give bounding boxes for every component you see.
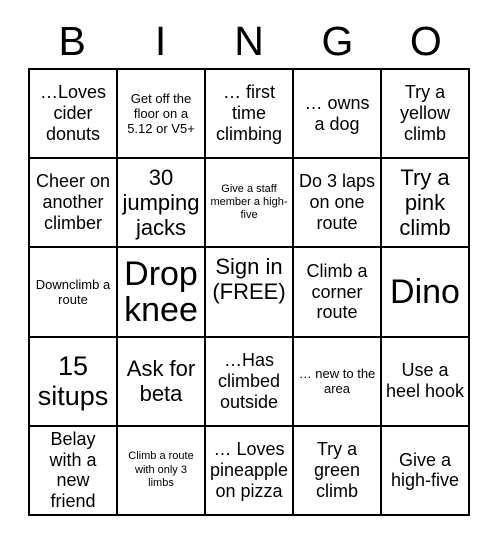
bingo-square-r5-c2[interactable]: Climb a route with only 3 limbs	[118, 426, 206, 516]
bingo-square-label: Do 3 laps on one route	[298, 171, 376, 234]
bingo-square-label: Try a pink climb	[399, 165, 451, 241]
bingo-square-label: Give a staff member a high-five	[210, 182, 288, 222]
bingo-square-label: Ask for beta	[126, 356, 196, 407]
header-letter-o: O	[409, 17, 442, 64]
bingo-square-label: … Loves pineapple on pizza	[209, 439, 289, 501]
bingo-square-r1-c2[interactable]: Get off the floor on a 5.12 or V5+	[118, 70, 206, 160]
bingo-square-label: Climb a corner route	[306, 260, 368, 323]
bingo-square-label: … new to the area	[298, 365, 376, 397]
bingo-square-label: … first time climbing	[215, 82, 283, 145]
bingo-square-r5-c5[interactable]: Give a high-five	[382, 426, 470, 516]
bingo-square-label: 30 jumping jacks	[122, 165, 200, 241]
bingo-square-label: …Loves cider donuts	[39, 82, 107, 145]
bingo-square-label: … owns a dog	[304, 92, 370, 134]
bingo-square-r5-c3[interactable]: … Loves pineapple on pizza	[206, 426, 294, 516]
bingo-square-r2-c5[interactable]: Try a pink climb	[382, 159, 470, 249]
bingo-square-label: Use a heel hook	[385, 360, 465, 402]
bingo-square-r4-c5[interactable]: Use a heel hook	[382, 337, 470, 427]
bingo-square-r1-c4[interactable]: … owns a dog	[294, 70, 382, 160]
bingo-square-label: Give a high-five	[390, 449, 460, 491]
bingo-square-r2-c4[interactable]: Do 3 laps on one route	[294, 159, 382, 249]
bingo-square-r2-c3[interactable]: Give a staff member a high-five	[206, 159, 294, 249]
header-letter-n: N	[234, 17, 264, 64]
bingo-square-r1-c1[interactable]: …Loves cider donuts	[30, 70, 118, 160]
bingo-square-r5-c4[interactable]: Try a green climb	[294, 426, 382, 516]
bingo-square-label: Try a green climb	[313, 439, 361, 501]
bingo-square-label: Sign in (FREE)	[212, 254, 286, 305]
bingo-square-r4-c2[interactable]: Ask for beta	[118, 337, 206, 427]
bingo-square-label: Climb a route with only 3 limbs	[128, 450, 194, 490]
bingo-square-label: Drop knee	[124, 254, 198, 329]
bingo-square-r2-c2[interactable]: 30 jumping jacks	[118, 159, 206, 249]
bingo-square-r3-c1[interactable]: Downclimb a route	[30, 248, 118, 338]
bingo-square-r4-c3[interactable]: …Has climbed outside	[206, 337, 294, 427]
bingo-square-label: 15 situps	[37, 350, 109, 412]
bingo-square-label: Get off the floor on a 5.12 or V5+	[127, 90, 195, 137]
header-letter-b: B	[58, 17, 86, 64]
bingo-square-r3-c2[interactable]: Drop knee	[118, 248, 206, 338]
bingo-square-label: Downclimb a route	[35, 276, 111, 307]
bingo-square-r3-c3[interactable]: Sign in (FREE)	[206, 248, 294, 338]
bingo-square-label: Dino	[390, 272, 460, 311]
bingo-square-label: Cheer on another climber	[35, 171, 111, 234]
header-letter-i: I	[154, 17, 167, 64]
bingo-square-r1-c5[interactable]: Try a yellow climb	[382, 70, 470, 160]
bingo-grid: …Loves cider donuts Get off the floor on …	[28, 68, 470, 516]
bingo-square-r4-c1[interactable]: 15 situps	[30, 337, 118, 427]
bingo-square-r3-c5[interactable]: Dino	[382, 248, 470, 338]
bingo-card: B I N G O …Loves cider donuts Get off the…	[0, 0, 500, 544]
bingo-square-r4-c4[interactable]: … new to the area	[294, 337, 382, 427]
bingo-square-r1-c3[interactable]: … first time climbing	[206, 70, 294, 160]
bingo-header-letters: B I N G O	[28, 14, 470, 68]
bingo-square-r5-c1[interactable]: Belay with a new friend	[30, 426, 118, 516]
bingo-square-label: Belay with a new friend	[49, 428, 97, 512]
bingo-square-label: …Has climbed outside	[217, 349, 281, 412]
bingo-square-label: Try a yellow climb	[399, 82, 451, 145]
bingo-square-r3-c4[interactable]: Climb a corner route	[294, 248, 382, 338]
bingo-square-r2-c1[interactable]: Cheer on another climber	[30, 159, 118, 249]
header-letter-g: G	[321, 17, 354, 64]
